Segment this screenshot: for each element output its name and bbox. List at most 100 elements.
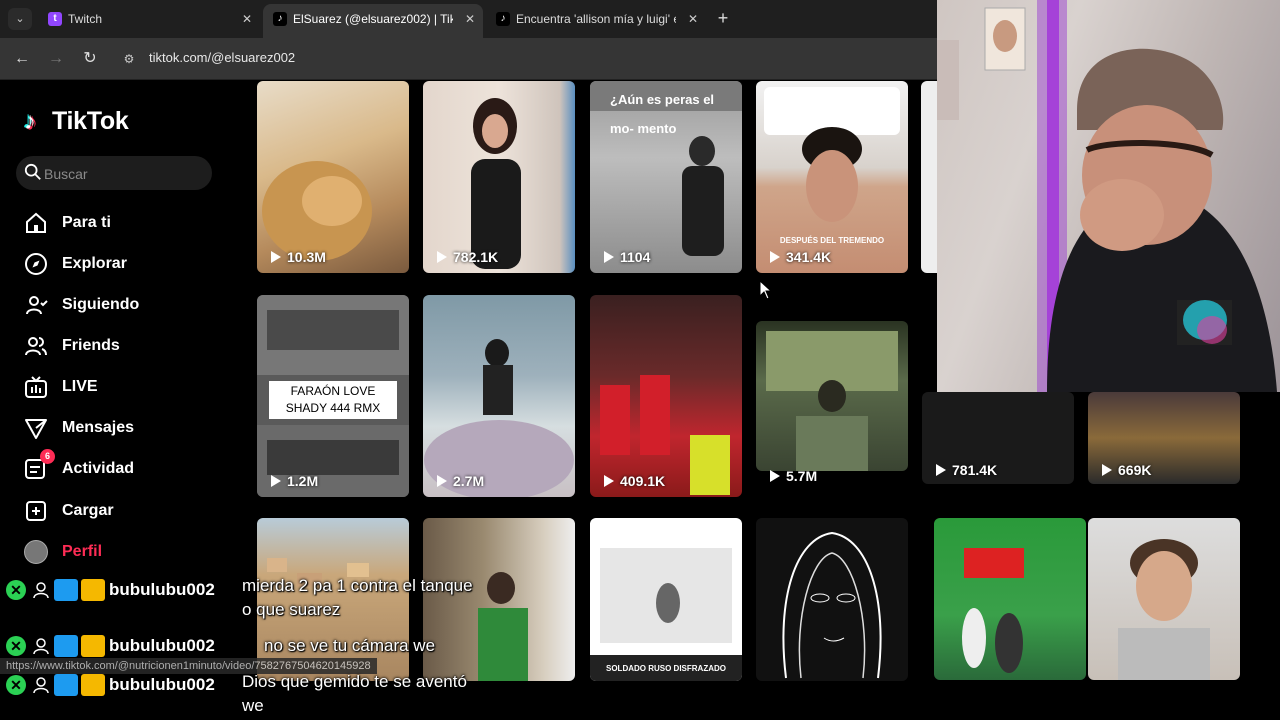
video-card[interactable]	[756, 321, 908, 471]
sidebar-item-live[interactable]: LIVE	[24, 373, 98, 401]
tiktok-icon: ♪	[496, 12, 510, 26]
chat-user-row: ✕ bubulubu002	[6, 673, 215, 697]
video-card[interactable]: 781.4K	[922, 392, 1074, 484]
sidebar-item-cargar[interactable]: Cargar	[24, 497, 114, 525]
tiktok-app-icon[interactable]	[690, 686, 718, 714]
sidebar-item-perfil[interactable]: Perfil	[24, 538, 102, 566]
address-bar-row: ← → ↻ ⚙ tiktok.com/@elsuarez002	[0, 38, 937, 80]
new-tab-button[interactable]: +	[713, 6, 733, 30]
obs-icon[interactable]	[649, 686, 677, 716]
discord-icon[interactable]	[896, 686, 924, 714]
app-icon[interactable]	[854, 686, 882, 714]
chat-username: bubulubu002	[109, 580, 215, 599]
video-card[interactable]: DESPUÉS DEL TREMENDO 341.4K	[756, 81, 908, 273]
video-card[interactable]: 409.1K	[590, 295, 742, 497]
chat-badge-icon	[54, 579, 78, 601]
video-thumbnail	[424, 339, 574, 497]
video-card[interactable]: 2.7M	[423, 295, 575, 497]
tiktok-icon: ♪	[273, 12, 287, 26]
network-icon[interactable]: ▭	[1146, 690, 1159, 707]
file-explorer-icon[interactable]	[731, 686, 759, 714]
back-button[interactable]: ←	[10, 47, 34, 71]
chat-user-row: ✕ bubulubu002	[6, 634, 215, 658]
sidebar-item-label: Perfil	[62, 543, 103, 560]
play-icon	[604, 475, 614, 487]
search-highlight-icon	[554, 689, 578, 711]
sidebar-item-label: Para ti	[62, 214, 111, 231]
home-icon	[26, 212, 46, 233]
search-placeholder: Buscar	[44, 166, 88, 182]
friends-icon	[25, 337, 47, 356]
tiktok-logo[interactable]: ♪ ♪ ♪ TikTok	[22, 106, 129, 136]
video-thumbnail	[471, 98, 521, 269]
video-card[interactable]	[756, 518, 908, 681]
taskbar-clock[interactable]: 12:12 a. m. 04/03/2026	[1196, 684, 1262, 714]
chat-username: bubulubu002	[109, 675, 215, 694]
streamer-camera-image	[937, 0, 1277, 392]
chat-badge-icon	[54, 635, 78, 657]
sidebar-item-label: Actividad	[62, 460, 135, 477]
site-settings-icon[interactable]: ⚙	[120, 50, 138, 68]
tab-twitch[interactable]: t Twitch ✕	[38, 4, 260, 38]
notification-badge: 6	[40, 449, 55, 464]
user-icon	[33, 582, 49, 599]
sidebar-item-para-ti[interactable]: Para ti	[24, 209, 111, 237]
brand-name: TikTok	[52, 107, 129, 135]
whatsapp-icon[interactable]	[813, 686, 841, 714]
forward-button[interactable]: →	[44, 47, 68, 71]
sidebar-item-explorar[interactable]: Explorar	[24, 250, 127, 278]
video-card[interactable]: SOLDADO RUSO DISFRAZADO	[590, 518, 742, 681]
sidebar-item-friends[interactable]: Friends	[24, 332, 120, 360]
messages-icon	[25, 419, 47, 439]
view-count: 341.4K	[770, 249, 831, 265]
weather-label[interactable]: Despejado	[46, 698, 99, 710]
sidebar-item-siguiendo[interactable]: Siguiendo	[24, 291, 139, 319]
reload-button[interactable]: ↻	[78, 47, 102, 71]
close-icon[interactable]: ✕	[242, 4, 252, 34]
video-card[interactable]	[934, 518, 1086, 680]
sidebar-item-actividad[interactable]: 6 Actividad	[24, 449, 135, 483]
search-input[interactable]: Buscar	[16, 156, 212, 190]
play-icon	[770, 470, 780, 482]
tab-label: Twitch	[68, 12, 103, 26]
crown-badge-icon	[81, 579, 105, 601]
xbox-icon: ✕	[6, 675, 26, 695]
compass-icon	[25, 253, 47, 275]
video-card[interactable]: 782.1K	[423, 81, 575, 273]
view-count: 5.7M	[770, 468, 817, 484]
tiktok-note-icon: ♪ ♪ ♪	[22, 106, 38, 136]
video-thumbnail	[590, 548, 742, 681]
chevron-up-icon[interactable]: ⌃	[1088, 690, 1100, 707]
video-card[interactable]: 10.3M	[257, 81, 409, 273]
video-card[interactable]: FARAÓN LOVE SHADY 444 RMX 1.2M	[257, 295, 409, 497]
user-icon	[33, 638, 49, 655]
activity-icon: 6	[24, 449, 55, 481]
video-caption: SOLDADO RUSO DISFRAZADO	[606, 664, 726, 673]
tab-tiktok-search[interactable]: ♪ Encuentra 'allison mía y luigi' e ✕	[486, 4, 706, 38]
close-icon[interactable]: ✕	[688, 4, 698, 34]
video-thumbnail	[782, 531, 882, 679]
tab-tiktok-profile[interactable]: ♪ ElSuarez (@elsuarez002) | TikTo ✕	[263, 4, 483, 38]
sidebar-item-mensajes[interactable]: Mensajes	[24, 414, 134, 442]
play-icon	[271, 251, 281, 263]
video-caption: ¿Aún es peras el mo- mento	[610, 92, 715, 136]
chat-username: bubulubu002	[109, 636, 215, 655]
url-field[interactable]: tiktok.com/@elsuarez002	[149, 50, 295, 65]
sidebar-item-label: Friends	[62, 337, 120, 354]
twitch-icon: t	[48, 12, 62, 26]
following-icon	[26, 296, 48, 315]
store-icon[interactable]	[772, 686, 800, 714]
video-thumbnail	[1118, 539, 1210, 680]
video-card[interactable]: 669K	[1088, 392, 1240, 484]
close-icon[interactable]: ✕	[465, 4, 475, 34]
chrome-icon[interactable]	[608, 686, 636, 718]
video-card[interactable]	[1088, 518, 1240, 680]
video-card[interactable]: ¿Aún es peras el mo- mento 1104	[590, 81, 742, 273]
sidebar-item-label: Cargar	[62, 502, 114, 519]
video-card-partial[interactable]	[921, 81, 937, 273]
volume-icon[interactable]: 🔊	[1170, 690, 1187, 707]
video-thumbnail	[766, 331, 898, 471]
tab-search-menu-button[interactable]: ⌄	[8, 8, 32, 30]
view-count: 10.3M	[271, 249, 326, 265]
microphone-icon[interactable]: 🎙	[1118, 690, 1136, 707]
